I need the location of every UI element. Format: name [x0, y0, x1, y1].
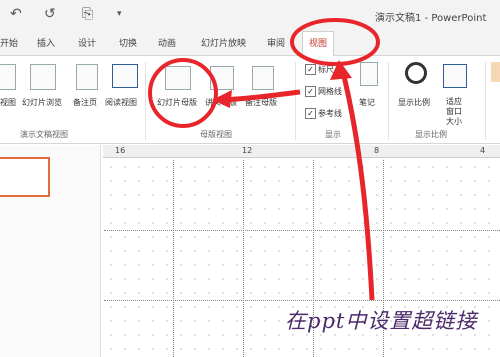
tab-design[interactable]: 设计	[78, 36, 96, 49]
normal-view-label: 视图	[0, 98, 16, 107]
slide-master-icon[interactable]	[165, 66, 191, 90]
more-icon[interactable]: ▾	[117, 9, 122, 19]
tab-insert[interactable]: 插入	[37, 36, 55, 49]
guides-label: 参考线	[318, 109, 342, 118]
ruler-tick-label: 4	[480, 146, 486, 155]
redo-icon[interactable]: ↺	[44, 6, 56, 22]
ruler-label: 标尺	[318, 65, 334, 74]
slide-sorter-label: 幻灯片浏览	[22, 98, 62, 107]
window-title: 演示文稿1 - PowerPoint	[375, 13, 487, 24]
handout-master-label: 讲义母版	[205, 98, 237, 107]
slide-thumbnail-pane	[0, 145, 101, 357]
gridlines-label: 网格线	[318, 87, 342, 96]
handout-master-icon[interactable]	[210, 66, 234, 90]
tab-animations[interactable]: 动画	[158, 36, 176, 49]
tab-review[interactable]: 审阅	[267, 36, 285, 49]
tab-transitions[interactable]: 切换	[119, 36, 137, 49]
notes-icon[interactable]	[360, 62, 378, 86]
color-swatch[interactable]	[491, 62, 500, 82]
reading-view-label: 阅读视图	[105, 98, 137, 107]
gridlines-checkbox[interactable]: ✓	[305, 86, 316, 97]
ruler-tick-label: 8	[374, 146, 380, 155]
ribbon-separator	[388, 62, 389, 140]
zoom-label: 显示比例	[398, 98, 430, 107]
presentation-views-group-label: 演示文稿视图	[20, 130, 68, 139]
fit-to-window-label: 适应窗口大小	[446, 97, 462, 126]
horizontal-ruler: 16 12 8 4	[103, 145, 500, 158]
undo-icon[interactable]: ↶	[10, 6, 22, 22]
gridline	[243, 160, 244, 357]
ruler-tick-label: 12	[242, 146, 253, 155]
tab-home[interactable]: 开始	[0, 36, 18, 49]
ribbon-separator	[485, 62, 486, 140]
gridline	[104, 300, 500, 301]
notes-page-label: 备注页	[73, 98, 97, 107]
ribbon: 视图 幻灯片浏览 备注页 阅读视图 演示文稿视图 幻灯片母版 讲义母版 备注母版…	[0, 56, 500, 144]
slide-master-label: 幻灯片母版	[157, 98, 197, 107]
master-views-group-label: 母版视图	[200, 130, 232, 139]
zoom-group-label: 显示比例	[415, 130, 447, 139]
notes-page-icon[interactable]	[76, 64, 98, 90]
ribbon-separator	[295, 62, 296, 140]
ruler-checkbox[interactable]: ✓	[305, 64, 316, 75]
caption-text: 在ppt中设置超链接	[285, 309, 478, 333]
tab-view[interactable]: 视图	[302, 31, 335, 56]
reading-view-icon[interactable]	[112, 64, 138, 88]
guides-checkbox[interactable]: ✓	[305, 108, 316, 119]
slide-thumbnail[interactable]	[0, 157, 50, 197]
tab-slideshow[interactable]: 幻灯片放映	[201, 36, 246, 49]
ribbon-tabs: 开始 插入 设计 切换 动画 幻灯片放映 审阅 视图	[0, 30, 500, 56]
notes-master-label: 备注母版	[245, 98, 277, 107]
notes-master-icon[interactable]	[252, 66, 274, 90]
ribbon-separator	[145, 62, 146, 140]
ruler-tick-label: 16	[115, 146, 126, 155]
notes-label: 笔记	[359, 98, 375, 107]
gridline	[173, 160, 174, 357]
show-group-label: 显示	[325, 130, 341, 139]
fit-to-window-icon[interactable]	[443, 64, 467, 88]
save-icon[interactable]: ⎘	[82, 6, 93, 22]
normal-view-icon[interactable]	[0, 64, 16, 90]
magnifier-icon[interactable]	[405, 62, 427, 84]
gridline	[104, 230, 500, 231]
title-bar: ↶ ↺ ⎘ ▾ 演示文稿1 - PowerPoint	[0, 0, 500, 30]
slide-sorter-icon[interactable]	[30, 64, 56, 90]
